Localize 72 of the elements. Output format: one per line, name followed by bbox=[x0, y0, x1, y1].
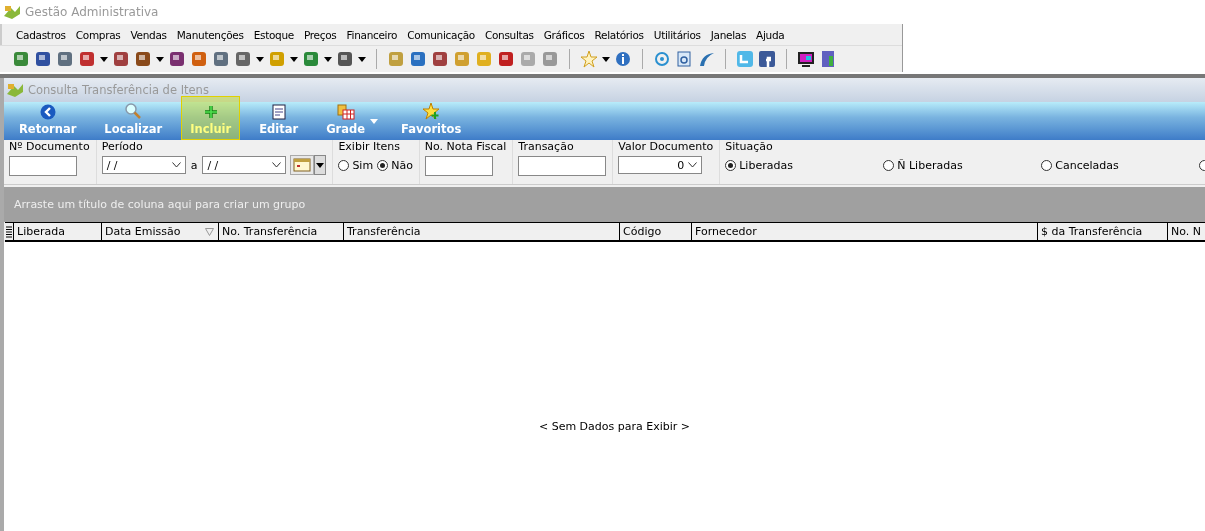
field-label: No. Nota Fiscal bbox=[424, 140, 507, 154]
column-header[interactable]: Liberada bbox=[14, 223, 102, 240]
menu-item[interactable]: Compras bbox=[75, 28, 121, 41]
plus-icon bbox=[202, 104, 219, 120]
table-icon bbox=[336, 104, 355, 120]
field-label: Nº Documento bbox=[9, 140, 90, 154]
field-label: Situação bbox=[725, 140, 774, 154]
empty-message: < Sem Dados para Exibir > bbox=[538, 420, 691, 433]
radio-option[interactable]: Ñ Liberadas bbox=[883, 158, 1042, 172]
menu-item[interactable]: Relatórios bbox=[594, 28, 644, 41]
input-field[interactable] bbox=[424, 156, 493, 176]
column-header[interactable]: Código bbox=[620, 223, 692, 240]
dropdown-arrow-icon[interactable] bbox=[602, 56, 610, 62]
dropdown-arrow-icon[interactable] bbox=[290, 56, 298, 62]
column-header[interactable]: Data Emissão bbox=[102, 223, 219, 240]
column-header[interactable]: No. N bbox=[1168, 223, 1205, 240]
radio-option[interactable]: Não bbox=[377, 158, 413, 172]
column-header[interactable]: Transferência bbox=[344, 223, 620, 240]
dropdown-arrow-icon[interactable] bbox=[358, 56, 366, 62]
input-field[interactable] bbox=[518, 156, 607, 176]
dropdown-arrow-icon[interactable] bbox=[100, 56, 108, 62]
door-icon[interactable] bbox=[819, 50, 837, 68]
app-logo-icon bbox=[3, 3, 21, 20]
menu-item[interactable]: Vendas bbox=[130, 28, 167, 41]
field-label: Valor Documento bbox=[618, 140, 714, 154]
caret-icon bbox=[316, 162, 325, 168]
menu-item[interactable]: Manutenções bbox=[176, 28, 244, 41]
swoosh-icon[interactable] bbox=[697, 50, 715, 68]
dropdown-arrow-icon[interactable] bbox=[324, 56, 332, 62]
menu-item[interactable]: Ajuda bbox=[756, 28, 785, 41]
chevron-down-icon bbox=[272, 162, 282, 168]
dropdown-arrow-icon[interactable] bbox=[156, 56, 164, 62]
radio-option[interactable]: Sim bbox=[338, 158, 374, 172]
app-title: Gestão Administrativa bbox=[25, 4, 159, 19]
column-header[interactable]: $ da Transferência bbox=[1038, 223, 1168, 240]
info-icon[interactable] bbox=[614, 50, 632, 68]
dropdown-arrow-icon[interactable] bbox=[256, 56, 264, 62]
field-label: Transação bbox=[518, 140, 575, 154]
radio-option[interactable]: Liberadas bbox=[725, 158, 884, 172]
menu-item[interactable]: Consultas bbox=[484, 28, 534, 41]
menu-item[interactable]: Cadastros bbox=[16, 28, 66, 41]
menu-item[interactable]: Financeiro bbox=[346, 28, 398, 41]
filter-icon[interactable] bbox=[205, 227, 214, 236]
menu-item[interactable]: Utilitários bbox=[653, 28, 701, 41]
menu-item[interactable]: Janelas bbox=[710, 28, 747, 41]
monitor-icon[interactable] bbox=[797, 50, 815, 68]
date-field[interactable]: / / bbox=[202, 156, 287, 174]
field-label: Período bbox=[101, 140, 144, 154]
field-label: Exibir Itens bbox=[338, 140, 401, 154]
form-title: Consulta Transferência de Itens bbox=[28, 83, 209, 97]
column-header[interactable]: Fornecedor bbox=[692, 223, 1038, 240]
chevron-down-icon bbox=[171, 162, 181, 168]
input-field[interactable] bbox=[9, 156, 77, 176]
search-icon bbox=[124, 102, 143, 120]
star-plus-icon bbox=[422, 102, 441, 120]
column-chooser-button[interactable] bbox=[5, 223, 14, 240]
form-logo-icon bbox=[6, 82, 24, 98]
column-header[interactable]: No. Transferência bbox=[219, 223, 344, 240]
help-icon[interactable] bbox=[675, 50, 693, 68]
radio-option[interactable]: Canceladas bbox=[1041, 158, 1200, 172]
date-field[interactable]: / / bbox=[101, 156, 186, 174]
dropdown-button[interactable] bbox=[314, 155, 327, 175]
menu-item[interactable]: Estoque bbox=[253, 28, 294, 41]
menu-item[interactable]: Gráficos bbox=[543, 28, 585, 41]
star-icon[interactable] bbox=[580, 50, 598, 68]
menu-item[interactable]: Preços bbox=[304, 28, 337, 41]
number-field[interactable]: 0 bbox=[618, 156, 703, 174]
email-icon[interactable] bbox=[653, 50, 671, 68]
range-separator: a bbox=[190, 158, 198, 172]
group-hint: Arraste um título de coluna aqui para criar um grupo bbox=[14, 198, 306, 211]
chevron-down-icon bbox=[688, 162, 698, 168]
menu-item[interactable]: Comunicação bbox=[407, 28, 475, 41]
